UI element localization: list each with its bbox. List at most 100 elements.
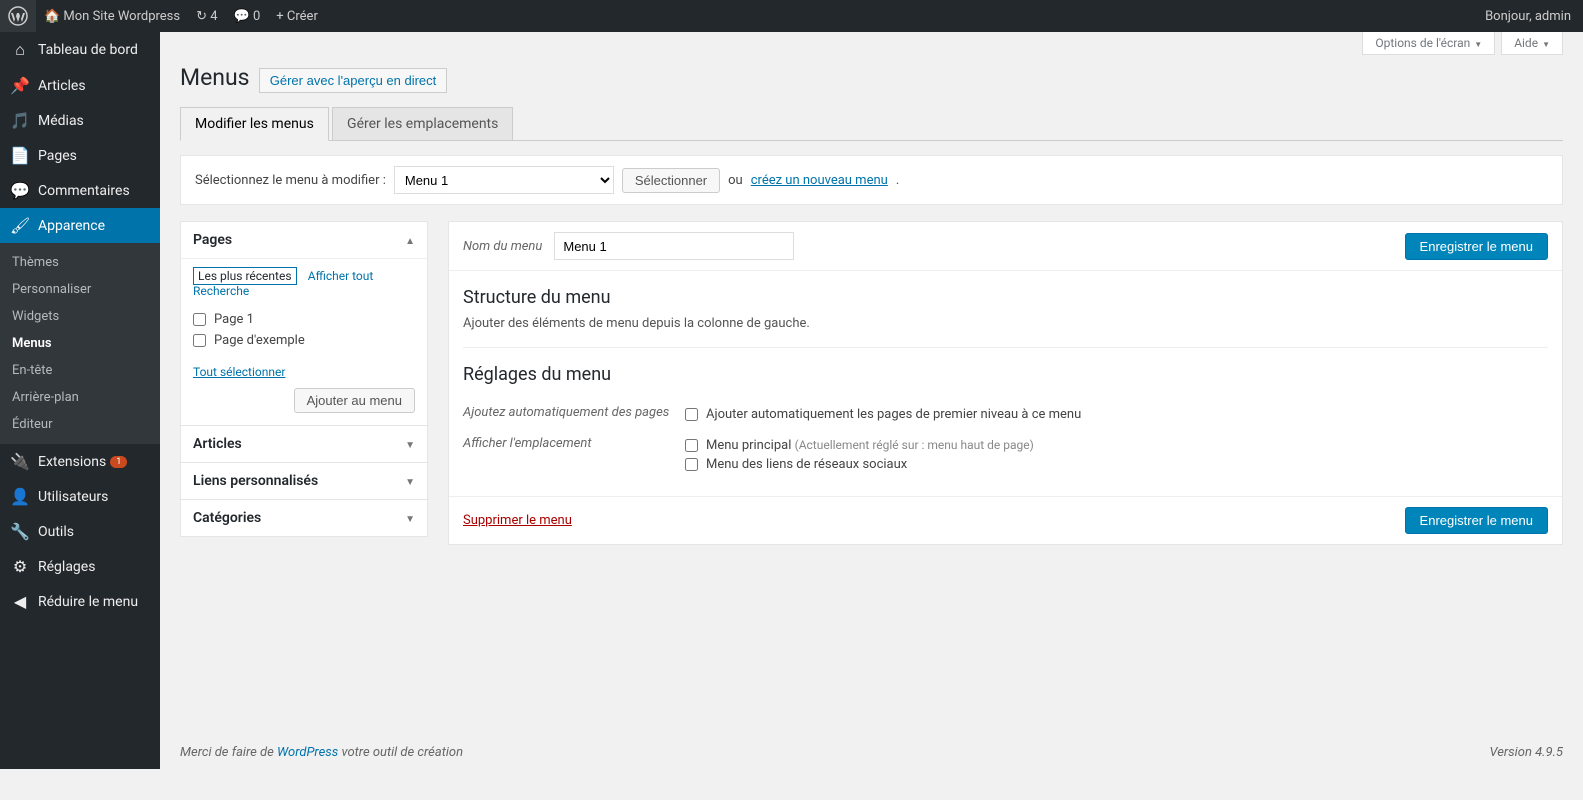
add-to-menu-button[interactable]: Ajouter au menu [294, 388, 415, 413]
wp-logo-menu[interactable] [0, 0, 36, 32]
pages-tab-search[interactable]: Recherche [193, 284, 249, 298]
tab-edit-menus[interactable]: Modifier les menus [180, 107, 329, 141]
sidebar-item-appearance[interactable]: 🖌Apparence [0, 208, 160, 243]
select-all-link[interactable]: Tout sélectionner [193, 365, 285, 379]
page-checkbox[interactable] [193, 313, 206, 326]
structure-desc: Ajouter des éléments de menu depuis la c… [463, 316, 1548, 331]
sub-background[interactable]: Arrière-plan [0, 384, 160, 411]
location-label: Afficher l'emplacement [463, 436, 685, 474]
settings-heading: Réglages du menu [463, 364, 1548, 385]
account-menu[interactable]: Bonjour, admin [1477, 0, 1583, 32]
chevron-down-icon [1470, 36, 1482, 50]
sidebar-item-posts[interactable]: 📌Articles [0, 68, 160, 103]
auto-add-label: Ajoutez automatiquement des pages [463, 405, 685, 424]
live-preview-button[interactable]: Gérer avec l'aperçu en direct [259, 68, 448, 93]
metabox-posts-header[interactable]: Articles [181, 426, 427, 462]
chevron-up-icon [405, 232, 415, 248]
pin-icon: 📌 [10, 76, 30, 95]
page-icon: 📄 [10, 146, 30, 165]
sidebar-item-settings[interactable]: ⚙Réglages [0, 549, 160, 584]
menu-name-input[interactable] [554, 232, 794, 260]
or-text: ou [728, 173, 743, 188]
sub-menus[interactable]: Menus [0, 330, 160, 357]
location-main-checkbox[interactable] [685, 439, 698, 452]
admin-sidebar: ⌂Tableau de bord 📌Articles 🎵Médias 📄Page… [0, 32, 160, 769]
metabox-posts: Articles [180, 426, 428, 463]
sidebar-item-plugins[interactable]: 🔌Extensions1 [0, 444, 160, 479]
sub-widgets[interactable]: Widgets [0, 303, 160, 330]
chevron-down-icon [1538, 36, 1550, 50]
metabox-pages: Pages Les plus récentes Afficher tout Re… [180, 221, 428, 426]
footer-thanks: Merci de faire de WordPress votre outil … [180, 745, 1563, 760]
structure-heading: Structure du menu [463, 287, 1548, 308]
create-menu-link[interactable]: créez un nouveau menu [751, 173, 888, 188]
chevron-down-icon [405, 473, 415, 489]
metabox-categories: Catégories [180, 500, 428, 537]
metabox-links-header[interactable]: Liens personnalisés [181, 463, 427, 499]
location-main-text: Menu principal [706, 438, 791, 453]
menu-edit-panel: Nom du menu Enregistrer le menu Structur… [448, 221, 1563, 545]
site-home-link[interactable]: 🏠 Mon Site Wordpress [36, 0, 188, 32]
sidebar-item-comments[interactable]: 💬Commentaires [0, 173, 160, 208]
page-item: Page 1 [193, 309, 415, 330]
wrench-icon: 🔧 [10, 522, 30, 541]
nav-tabs: Modifier les menus Gérer les emplacement… [180, 107, 1563, 141]
auto-add-checkbox[interactable] [685, 408, 698, 421]
page-label: Page d'exemple [214, 333, 305, 348]
metabox-categories-header[interactable]: Catégories [181, 500, 427, 536]
page-item: Page d'exemple [193, 330, 415, 351]
media-icon: 🎵 [10, 111, 30, 130]
refresh-icon: ↻ [196, 9, 207, 24]
select-menu-label: Sélectionnez le menu à modifier : [195, 173, 386, 188]
menu-select-row: Sélectionnez le menu à modifier : Menu 1… [180, 155, 1563, 205]
comment-icon: 💬 [10, 181, 30, 200]
auto-add-text: Ajouter automatiquement les pages de pre… [706, 407, 1081, 422]
appearance-submenu: Thèmes Personnaliser Widgets Menus En-tê… [0, 243, 160, 444]
select-menu-button[interactable]: Sélectionner [622, 168, 720, 193]
sidebar-item-tools[interactable]: 🔧Outils [0, 514, 160, 549]
help-button[interactable]: Aide [1501, 32, 1563, 55]
collapse-icon: ◀ [10, 592, 30, 611]
location-social-text: Menu des liens de réseaux sociaux [706, 457, 907, 472]
sub-header[interactable]: En-tête [0, 357, 160, 384]
save-menu-button-top[interactable]: Enregistrer le menu [1405, 233, 1548, 260]
wordpress-link[interactable]: WordPress [277, 745, 338, 760]
brush-icon: 🖌 [10, 216, 30, 235]
page-checkbox[interactable] [193, 334, 206, 347]
user-icon: 👤 [10, 487, 30, 506]
home-icon: 🏠 [44, 9, 60, 24]
menu-name-label: Nom du menu [463, 239, 542, 254]
pages-tab-all[interactable]: Afficher tout [308, 269, 374, 283]
sub-themes[interactable]: Thèmes [0, 249, 160, 276]
page-label: Page 1 [214, 312, 254, 327]
new-content-link[interactable]: + Créer [268, 0, 326, 32]
menu-select[interactable]: Menu 1 [394, 166, 614, 194]
pages-tab-recent[interactable]: Les plus récentes [193, 267, 297, 285]
screen-options-button[interactable]: Options de l'écran [1362, 32, 1495, 55]
comment-icon: 💬 [234, 9, 250, 24]
plugins-badge: 1 [110, 456, 127, 468]
save-menu-button-bottom[interactable]: Enregistrer le menu [1405, 507, 1548, 534]
plug-icon: 🔌 [10, 452, 30, 471]
sidebar-item-media[interactable]: 🎵Médias [0, 103, 160, 138]
version-text: Version 4.9.5 [1489, 745, 1563, 760]
comments-link[interactable]: 💬 0 [226, 0, 269, 32]
sidebar-collapse[interactable]: ◀Réduire le menu [0, 584, 160, 619]
metabox-pages-header[interactable]: Pages [181, 222, 427, 259]
delete-menu-link[interactable]: Supprimer le menu [463, 513, 572, 528]
sidebar-item-users[interactable]: 👤Utilisateurs [0, 479, 160, 514]
admin-topbar: 🏠 Mon Site Wordpress ↻ 4 💬 0 + Créer Bon… [0, 0, 1583, 32]
plus-icon: + [276, 9, 283, 24]
location-main-note: (Actuellement réglé sur : menu haut de p… [795, 438, 1034, 452]
page-title: Menus [180, 55, 250, 95]
sub-editor[interactable]: Éditeur [0, 411, 160, 438]
location-social-checkbox[interactable] [685, 458, 698, 471]
sidebar-item-pages[interactable]: 📄Pages [0, 138, 160, 173]
chevron-down-icon [405, 436, 415, 452]
sub-customize[interactable]: Personnaliser [0, 276, 160, 303]
tab-manage-locations[interactable]: Gérer les emplacements [332, 107, 513, 141]
metabox-links: Liens personnalisés [180, 463, 428, 500]
updates-link[interactable]: ↻ 4 [188, 0, 225, 32]
sidebar-item-dashboard[interactable]: ⌂Tableau de bord [0, 32, 160, 68]
dashboard-icon: ⌂ [10, 40, 30, 60]
